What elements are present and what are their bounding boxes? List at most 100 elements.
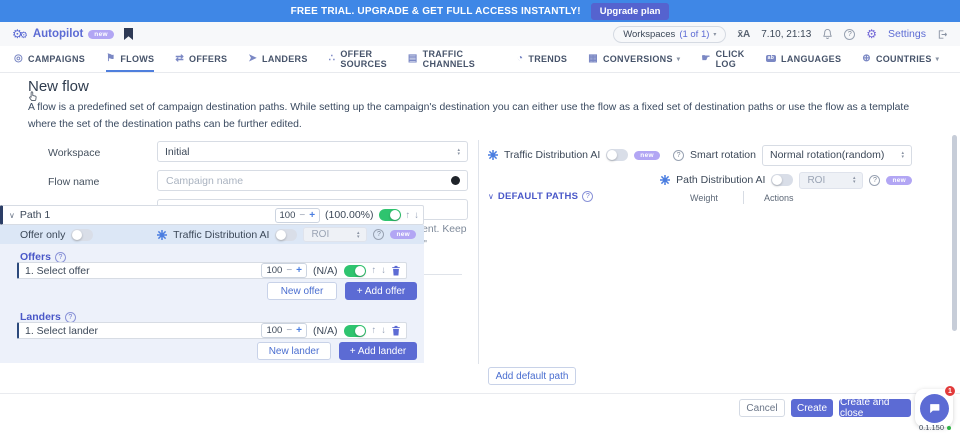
offer-enabled-toggle[interactable] (344, 265, 366, 277)
workspaces-selector[interactable]: Workspaces (1 of 1) ▾ (613, 26, 726, 43)
chat-launcher[interactable]: 1 (915, 389, 953, 427)
tab-flows[interactable]: ⚑FLOWS (106, 46, 154, 72)
workspace-select[interactable]: Initial ▴▾ (157, 141, 468, 162)
minus-icon[interactable]: − (286, 265, 292, 276)
target-icon: ◎ (14, 54, 23, 64)
scrollbar-thumb[interactable] (952, 135, 957, 331)
smart-rotation-select[interactable]: Normal rotation(random) ▴▾ (762, 145, 912, 166)
trash-icon[interactable] (391, 265, 401, 276)
move-up-icon[interactable]: ↑ (372, 325, 376, 336)
new-lander-button[interactable]: New lander (257, 342, 331, 360)
chat-unread-badge: 1 (944, 385, 956, 397)
question-icon[interactable]: ? (673, 150, 684, 161)
move-down-icon[interactable]: ↓ (381, 265, 385, 276)
inner-traffic-ai-label: Traffic Distribution AI (173, 229, 269, 241)
question-icon[interactable]: ? (373, 229, 384, 240)
tab-offer-sources[interactable]: ∴OFFER SOURCES (329, 46, 387, 72)
upgrade-plan-button[interactable]: Upgrade plan (591, 3, 670, 20)
question-icon[interactable]: ? (65, 312, 76, 323)
plus-icon[interactable]: + (296, 325, 302, 336)
path-ai-label: Path Distribution AI (676, 174, 765, 186)
flow-name-input[interactable] (157, 170, 468, 191)
question-icon[interactable]: ? (582, 191, 593, 202)
new-badge: new (634, 151, 660, 160)
traffic-ai-toggle[interactable] (606, 149, 628, 161)
gear-icon[interactable]: ⚙ (866, 28, 877, 40)
inner-traffic-ai-group: Traffic Distribution AI ROI ▴▾ ? new (157, 227, 416, 242)
offer-only-toggle[interactable] (71, 229, 93, 241)
help-icon[interactable]: ? (844, 29, 855, 40)
path-name: Path 1 (20, 209, 50, 221)
inner-metric-select[interactable]: ROI ▴▾ (303, 227, 367, 242)
lander-row[interactable]: 1. Select lander 100 − + (N/A) ↑ ↓ (17, 322, 407, 339)
move-down-icon[interactable]: ↓ (414, 210, 418, 221)
new-badge: new (390, 230, 416, 239)
path-weight-stepper[interactable]: 100 − + (275, 208, 321, 223)
add-lander-button[interactable]: + Add lander (339, 342, 417, 360)
add-offer-button[interactable]: + Add offer (345, 282, 417, 300)
minus-icon[interactable]: − (299, 210, 305, 221)
trash-icon[interactable] (391, 325, 401, 336)
default-paths-label: DEFAULT PATHS (498, 191, 578, 202)
offer-only-label: Offer only (20, 229, 65, 241)
brand: ⚙⚙ Autopilot new (12, 28, 114, 40)
move-up-icon[interactable]: ↑ (406, 210, 410, 221)
color-picker-dot[interactable] (451, 176, 460, 185)
inner-metric-value: ROI (311, 229, 329, 240)
chevron-down-icon: ▾ (713, 31, 716, 38)
offer-weight-stepper[interactable]: 100 − + (261, 263, 307, 278)
tab-countries[interactable]: ⊕COUNTRIES▾ (862, 46, 939, 72)
shuffle-icon: ⇄ (175, 54, 184, 64)
new-badge: new (886, 176, 912, 185)
tab-traffic-channels[interactable]: ▤TRAFFIC CHANNELS (408, 46, 475, 72)
create-and-close-button[interactable]: Create and close (839, 399, 911, 417)
lander-weight-stepper[interactable]: 100 − + (261, 323, 307, 338)
tab-landers[interactable]: ➤LANDERS (248, 46, 307, 72)
offer-buttons: New offer + Add offer (267, 282, 417, 300)
bookmark-icon[interactable] (124, 28, 133, 40)
status-dot (947, 426, 951, 430)
move-down-icon[interactable]: ↓ (381, 325, 385, 336)
settings-link[interactable]: Settings (888, 28, 926, 40)
path-enabled-toggle[interactable] (379, 209, 401, 221)
tab-conversions[interactable]: ▦CONVERSIONS▾ (588, 46, 680, 72)
logout-icon[interactable] (937, 29, 948, 40)
path-ai-toggle[interactable] (771, 174, 793, 186)
move-up-icon[interactable]: ↑ (372, 265, 376, 276)
tab-offers[interactable]: ⇄OFFERS (175, 46, 227, 72)
brand-name: Autopilot (33, 28, 83, 40)
question-icon[interactable]: ? (55, 252, 66, 263)
clock-icon: ◔ (517, 54, 523, 64)
new-offer-button[interactable]: New offer (267, 282, 337, 300)
cancel-button[interactable]: Cancel (739, 399, 785, 417)
smart-rotation-value: Normal rotation(random) (770, 149, 884, 161)
lander-enabled-toggle[interactable] (344, 325, 366, 337)
question-icon[interactable]: ? (869, 175, 880, 186)
minus-icon[interactable]: − (286, 325, 292, 336)
inner-traffic-ai-toggle[interactable] (275, 229, 297, 241)
smart-rotation-group: ? Smart rotation Normal rotation(random)… (673, 145, 912, 166)
offer-weight-value: 100 (266, 265, 282, 276)
plus-icon[interactable]: + (296, 265, 302, 276)
flow-name-wrap (157, 170, 468, 191)
notifications-bell-icon[interactable] (822, 28, 833, 40)
create-button[interactable]: Create (791, 399, 833, 417)
tab-languages[interactable]: abLANGUAGES (766, 46, 842, 72)
add-default-path-button[interactable]: Add default path (488, 367, 576, 385)
actions-column-header: Actions (764, 193, 794, 203)
offer-row[interactable]: 1. Select offer 100 − + (N/A) ↑ ↓ (17, 262, 407, 279)
translate-icon[interactable]: x̄A (737, 29, 750, 40)
collapse-icon[interactable]: ∨ (9, 211, 15, 220)
screen: FREE TRIAL. UPGRADE & GET FULL ACCESS IN… (0, 0, 960, 434)
promo-banner: FREE TRIAL. UPGRADE & GET FULL ACCESS IN… (0, 0, 960, 22)
tab-trends[interactable]: ◔TRENDS (517, 46, 567, 72)
tab-campaigns[interactable]: ◎CAMPAIGNS (14, 46, 85, 72)
path-ai-metric-select[interactable]: ROI ▴▾ (799, 172, 863, 189)
path-row[interactable]: ∨ Path 1 100 − + (100.00%) ↑ ↓ (0, 205, 424, 225)
traffic-ai-label: Traffic Distribution AI (504, 149, 600, 161)
card-icon: ▤ (408, 54, 418, 64)
weight-column-header: Weight (690, 193, 718, 203)
brand-new-badge: new (88, 30, 114, 39)
tab-click-log[interactable]: ☛CLICK LOG (701, 46, 744, 72)
plus-icon[interactable]: + (309, 210, 315, 221)
